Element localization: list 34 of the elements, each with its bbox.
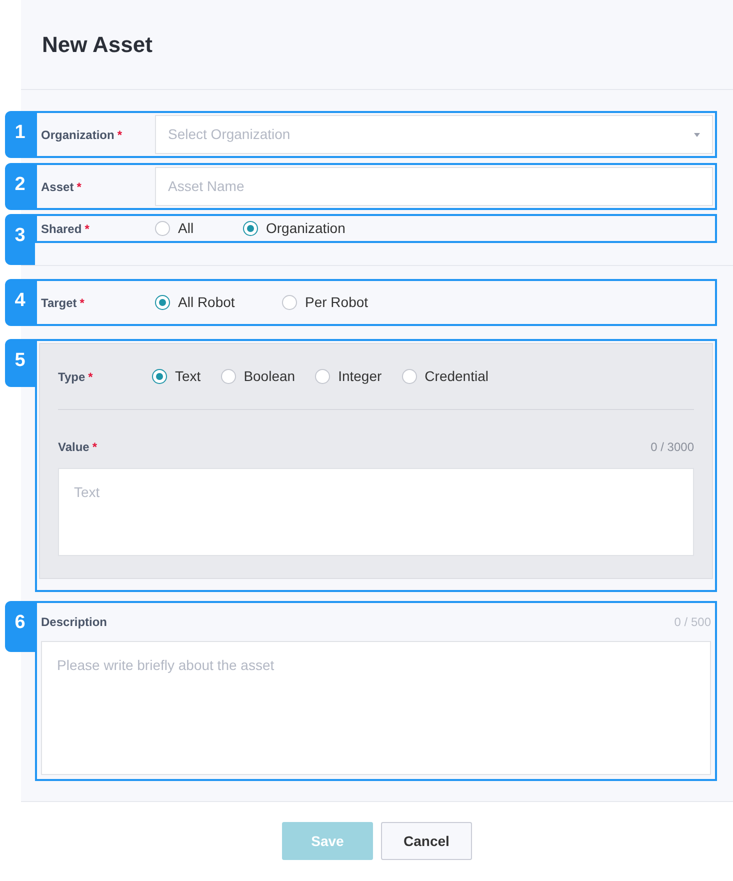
caret-icon <box>694 132 700 136</box>
step-marker: 1 <box>5 111 35 158</box>
radio-option[interactable]: Credential <box>402 366 488 387</box>
field-label: Organization * <box>41 128 122 142</box>
radio-button[interactable] <box>152 369 167 384</box>
radio-option[interactable]: Text <box>152 366 201 387</box>
field-label: Description <box>41 614 108 631</box>
cancel-button[interactable]: Cancel <box>381 822 472 860</box>
radio-button[interactable] <box>315 369 330 384</box>
radio-option[interactable]: Organization <box>243 218 346 239</box>
page-title: New Asset <box>42 31 152 59</box>
radio-option[interactable]: All Robot <box>155 292 282 313</box>
step-marker: 5 <box>5 339 35 387</box>
field-label: Type * <box>58 370 93 384</box>
field-label: Shared * <box>41 222 90 236</box>
step-marker: 6 <box>5 601 35 652</box>
step-marker: 4 <box>5 279 35 326</box>
field-label: Value * <box>58 439 98 456</box>
field-label: Asset * <box>41 180 82 194</box>
radio-option[interactable]: Per Robot <box>282 292 368 313</box>
radio-button[interactable] <box>243 221 258 236</box>
radio-option[interactable]: All <box>155 218 243 239</box>
field-label: Target * <box>41 296 84 310</box>
radio-button[interactable] <box>155 221 170 236</box>
step-marker: 2 <box>5 163 35 210</box>
character-counter: 0 / 3000 <box>650 439 694 456</box>
radio-button[interactable] <box>402 369 417 384</box>
radio-option[interactable]: Integer <box>315 366 382 387</box>
radio-option[interactable]: Boolean <box>220 366 296 387</box>
step-marker: 3 <box>5 214 35 265</box>
radio-button[interactable] <box>220 369 236 384</box>
radio-button[interactable] <box>155 295 170 310</box>
character-counter: 0 / 500 <box>674 614 711 631</box>
radio-button[interactable] <box>282 295 297 310</box>
